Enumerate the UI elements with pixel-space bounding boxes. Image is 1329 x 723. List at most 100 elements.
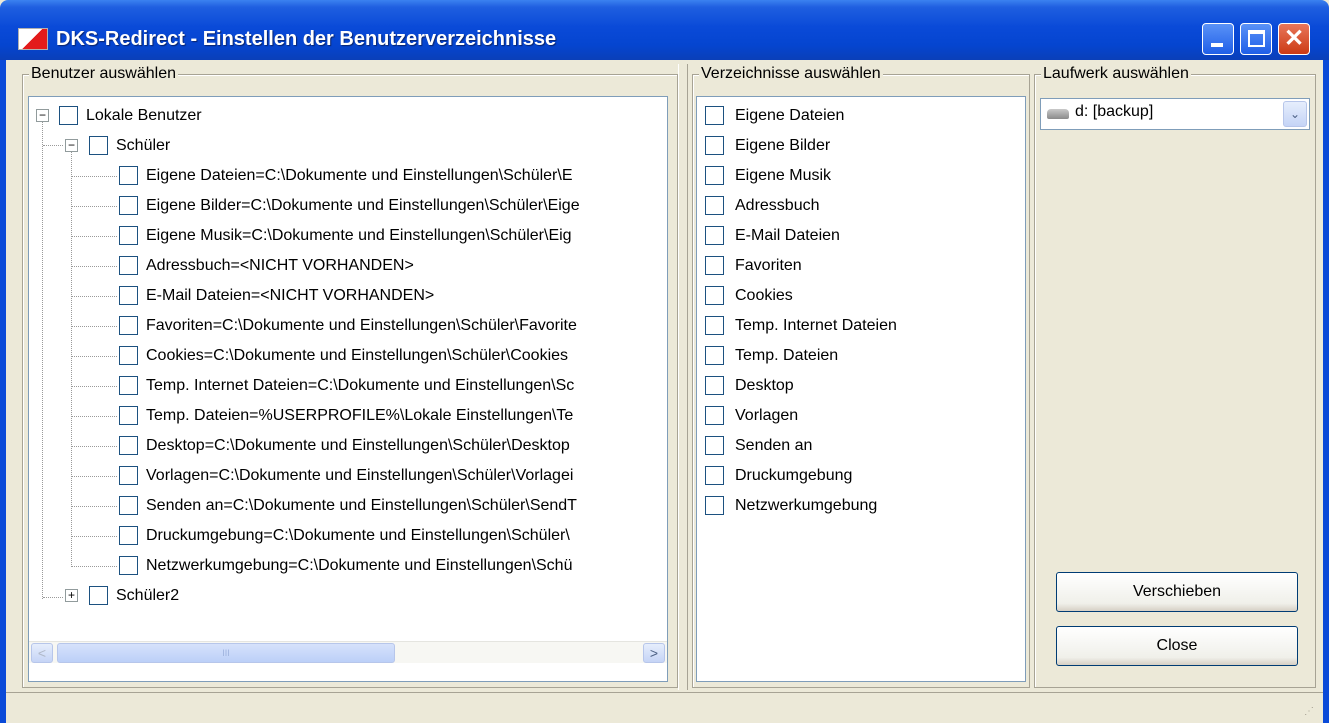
tree-item-label: Temp. Dateien=%USERPROFILE%\Lokale Einst…: [146, 407, 574, 424]
tree-item-label: Favoriten=C:\Dokumente und Einstellungen…: [146, 317, 577, 334]
folder-item-label: Adressbuch: [735, 197, 820, 214]
checkbox[interactable]: [705, 106, 724, 125]
folder-item-label: Vorlagen: [735, 407, 799, 424]
scrollbar-thumb[interactable]: III: [57, 643, 395, 663]
close-window-button[interactable]: ✕: [1278, 23, 1310, 55]
tree-line: [72, 236, 117, 237]
maximize-icon: [1248, 30, 1265, 47]
title-bar[interactable]: DKS-Redirect - Einstellen der Benutzerve…: [0, 0, 1329, 60]
tree-line: [72, 536, 117, 537]
tree-line: [72, 356, 117, 357]
checkbox[interactable]: [59, 106, 78, 125]
folder-item-label: Eigene Dateien: [735, 107, 845, 124]
checkbox[interactable]: [119, 466, 138, 485]
status-bar: ⋰: [6, 692, 1323, 723]
tree-line: [72, 176, 117, 177]
tree-item-label: Netzwerkumgebung=C:\Dokumente und Einste…: [146, 557, 573, 574]
users-group-label: Benutzer auswählen: [29, 64, 178, 84]
checkbox[interactable]: [705, 406, 724, 425]
tree-line: [72, 446, 117, 447]
tree-line: [72, 296, 117, 297]
folder-item-label: Temp. Internet Dateien: [735, 317, 897, 334]
checkbox[interactable]: [705, 136, 724, 155]
tree-line: [72, 266, 117, 267]
tree-node-label: Schüler2: [116, 587, 180, 604]
checkbox[interactable]: [119, 256, 138, 275]
users-tree[interactable]: − Lokale Benutzer − Schüler Eigene Datei…: [28, 96, 668, 682]
tree-node-label: Lokale Benutzer: [86, 107, 202, 124]
checkbox[interactable]: [119, 436, 138, 455]
tree-node-label: Schüler: [116, 137, 171, 154]
scroll-right-icon[interactable]: >: [643, 643, 665, 663]
window-title: DKS-Redirect - Einstellen der Benutzerve…: [56, 28, 557, 50]
checkbox[interactable]: [119, 226, 138, 245]
checkbox[interactable]: [119, 196, 138, 215]
tree-line: [72, 416, 117, 417]
minimize-button[interactable]: [1202, 23, 1234, 55]
checkbox[interactable]: [705, 376, 724, 395]
close-button[interactable]: Close: [1056, 626, 1298, 666]
tree-line: [72, 206, 117, 207]
expand-icon[interactable]: +: [65, 589, 78, 602]
tree-item-label: Vorlagen=C:\Dokumente und Einstellungen\…: [146, 467, 574, 484]
collapse-icon[interactable]: −: [36, 109, 49, 122]
checkbox[interactable]: [119, 406, 138, 425]
checkbox[interactable]: [119, 316, 138, 335]
checkbox[interactable]: [89, 136, 108, 155]
folder-item-label: Druckumgebung: [735, 467, 853, 484]
tree-item-label: Desktop=C:\Dokumente und Einstellungen\S…: [146, 437, 570, 454]
drive-group-label: Laufwerk auswählen: [1041, 64, 1191, 84]
checkbox[interactable]: [119, 496, 138, 515]
collapse-icon[interactable]: −: [65, 139, 78, 152]
tree-line: [43, 597, 63, 598]
app-icon: [18, 28, 48, 50]
checkbox[interactable]: [119, 346, 138, 365]
folder-item-label: Eigene Bilder: [735, 137, 831, 154]
checkbox[interactable]: [705, 196, 724, 215]
checkbox[interactable]: [705, 316, 724, 335]
tree-line: [72, 476, 117, 477]
checkbox[interactable]: [705, 346, 724, 365]
tree-line: [72, 506, 117, 507]
folder-item-label: Eigene Musik: [735, 167, 832, 184]
checkbox[interactable]: [705, 166, 724, 185]
checkbox[interactable]: [119, 526, 138, 545]
tree-item-label: Eigene Bilder=C:\Dokumente und Einstellu…: [146, 197, 580, 214]
minimize-icon: [1211, 43, 1223, 47]
drive-select-value: d: [backup]: [1075, 103, 1154, 120]
checkbox[interactable]: [119, 556, 138, 575]
tree-item-label: Temp. Internet Dateien=C:\Dokumente und …: [146, 377, 575, 394]
checkbox[interactable]: [705, 286, 724, 305]
folder-item-label: Senden an: [735, 437, 813, 454]
checkbox[interactable]: [705, 466, 724, 485]
checkbox[interactable]: [89, 586, 108, 605]
checkbox[interactable]: [119, 376, 138, 395]
checkbox[interactable]: [705, 436, 724, 455]
checkbox[interactable]: [705, 226, 724, 245]
tree-line: [43, 145, 63, 146]
folder-item-label: Cookies: [735, 287, 793, 304]
folder-item-label: Desktop: [735, 377, 794, 394]
tree-line: [42, 119, 43, 599]
checkbox[interactable]: [705, 256, 724, 275]
scroll-left-icon[interactable]: <: [31, 643, 53, 663]
horizontal-scrollbar[interactable]: < III >: [29, 641, 667, 663]
checkbox[interactable]: [119, 166, 138, 185]
drive-icon: [1047, 109, 1069, 119]
move-button[interactable]: Verschieben: [1056, 572, 1298, 612]
tree-line: [71, 149, 72, 567]
tree-line: [72, 326, 117, 327]
folders-list[interactable]: Eigene Dateien Eigene Bilder Eigene Musi…: [696, 96, 1026, 682]
folder-item-label: E-Mail Dateien: [735, 227, 840, 244]
splitter[interactable]: [678, 64, 688, 690]
chevron-down-icon[interactable]: ⌄: [1283, 101, 1307, 127]
checkbox[interactable]: [119, 286, 138, 305]
drive-select[interactable]: d: [backup] ⌄: [1040, 98, 1310, 130]
tree-item-label: E-Mail Dateien=<NICHT VORHANDEN>: [146, 287, 435, 304]
folder-item-label: Favoriten: [735, 257, 802, 274]
tree-item-label: Cookies=C:\Dokumente und Einstellungen\S…: [146, 347, 569, 364]
folders-group-label: Verzeichnisse auswählen: [699, 64, 883, 84]
checkbox[interactable]: [705, 496, 724, 515]
maximize-button[interactable]: [1240, 23, 1272, 55]
resize-grip-icon[interactable]: ⋰: [1304, 706, 1314, 717]
